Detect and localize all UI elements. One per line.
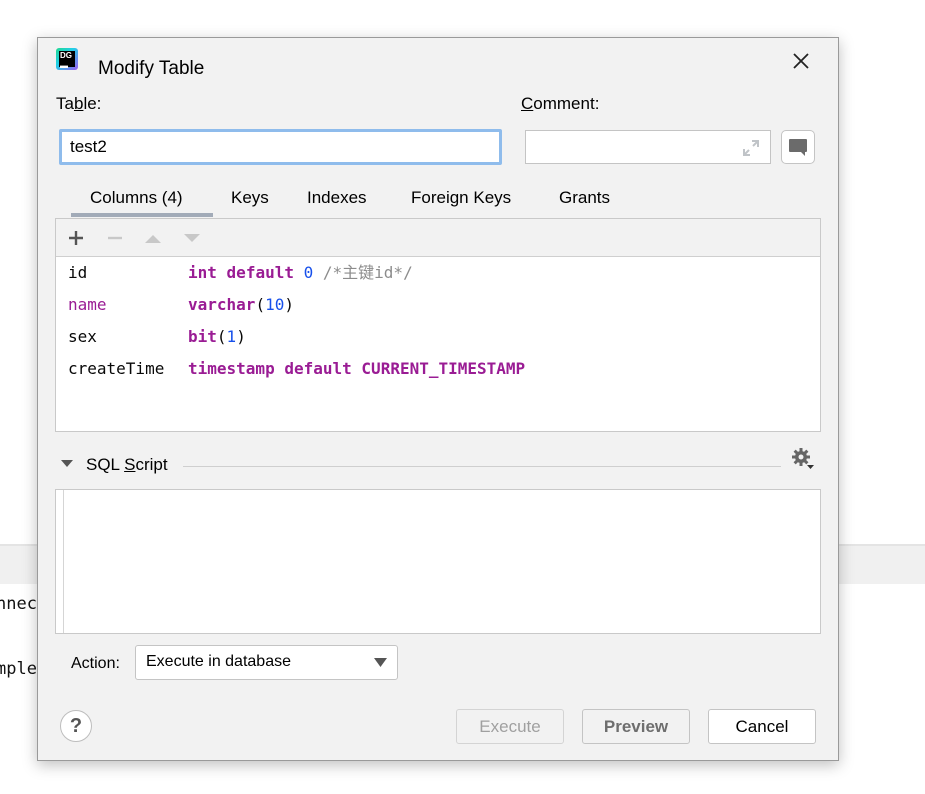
column-definition-token: varchar: [188, 295, 256, 314]
column-definition-token: [275, 359, 285, 378]
preview-button[interactable]: Preview: [582, 709, 690, 744]
table-name-input[interactable]: test2: [59, 129, 502, 165]
datagrip-logo-icon: DG ▬: [56, 48, 78, 70]
tab-columns[interactable]: Columns (4): [90, 188, 183, 208]
background-text: nnec: [0, 594, 37, 614]
column-definition-token: [294, 263, 304, 282]
column-row[interactable]: name varchar(10): [68, 289, 525, 321]
modify-table-dialog: DG ▬ Modify Table Table: Comment: test2 C…: [37, 37, 839, 761]
action-select[interactable]: Execute in database: [135, 645, 398, 680]
dialog-title: Modify Table: [98, 58, 205, 79]
column-row[interactable]: id int default 0 /*主键id*/: [68, 257, 525, 289]
columns-toolbar: [56, 219, 820, 257]
column-row[interactable]: createTime timestamp default CURRENT_TIME…: [68, 353, 525, 385]
columns-list: id int default 0 /*主键id*/name varchar(10) s…: [68, 257, 525, 385]
comment-button[interactable]: [781, 130, 815, 164]
column-definition-token: timestamp: [188, 359, 275, 378]
column-definition-token: [217, 263, 227, 282]
comment-label-mnemonic: C: [521, 94, 534, 113]
move-down-icon[interactable]: [182, 228, 202, 248]
sql-label-text: SQL: [86, 455, 125, 474]
column-definition-token: default: [226, 263, 294, 282]
column-definition-token: [352, 359, 362, 378]
sql-label-mnemonic: S: [124, 455, 136, 474]
column-definition-token: ): [284, 295, 294, 314]
gear-icon[interactable]: [790, 446, 816, 472]
action-label: Action:: [71, 655, 120, 672]
help-button[interactable]: ?: [60, 710, 92, 742]
table-label: Table:: [56, 94, 101, 114]
column-row[interactable]: sex bit(1): [68, 321, 525, 353]
table-label-text: Ta: [56, 94, 74, 113]
close-icon: [793, 53, 809, 69]
add-icon[interactable]: [66, 228, 86, 248]
sql-script-editor[interactable]: [55, 489, 821, 634]
sql-label-text: cript: [135, 455, 168, 474]
column-definition-token: (: [255, 295, 266, 314]
selected-tab-indicator: [71, 213, 213, 217]
move-up-icon[interactable]: [143, 228, 163, 248]
logo-text: DG ▬: [59, 51, 75, 70]
tab-indexes[interactable]: Indexes: [307, 188, 367, 208]
chevron-down-icon: [374, 658, 387, 667]
column-definition-token: default: [284, 359, 352, 378]
close-button[interactable]: [790, 50, 812, 72]
background-text: mple: [0, 659, 37, 679]
column-definition-token: /*主键id*/: [313, 263, 413, 282]
editor-gutter: [63, 490, 64, 633]
column-definition-token: int: [188, 263, 217, 282]
comment-label-text: omment:: [533, 94, 600, 113]
column-name: sex: [68, 327, 97, 346]
sql-script-label[interactable]: SQL Script: [86, 455, 168, 475]
column-definition-token: 0: [303, 263, 314, 282]
cancel-button[interactable]: Cancel: [708, 709, 816, 744]
collapse-triangle-icon[interactable]: [60, 458, 74, 468]
comment-input[interactable]: [525, 130, 771, 164]
comment-label: Comment:: [521, 94, 599, 114]
tab-keys[interactable]: Keys: [231, 188, 269, 208]
remove-icon[interactable]: [105, 228, 125, 248]
speech-bubble-icon: [789, 139, 807, 156]
column-name: name: [68, 295, 107, 314]
column-definition-token: 1: [226, 327, 237, 346]
column-definition-token: (: [216, 327, 227, 346]
columns-panel: id int default 0 /*主键id*/name varchar(10) s…: [55, 218, 821, 432]
execute-button[interactable]: Execute: [456, 709, 564, 744]
column-name: id: [68, 263, 88, 282]
column-definition-token: CURRENT_TIMESTAMP: [361, 359, 526, 378]
table-label-text: le:: [83, 94, 102, 113]
column-definition-token: ): [236, 327, 246, 346]
action-value: Execute in database: [146, 653, 291, 670]
expand-icon[interactable]: [741, 138, 761, 158]
column-definition-token: 10: [265, 295, 285, 314]
tab-foreign-keys[interactable]: Foreign Keys: [411, 188, 511, 208]
tab-grants[interactable]: Grants: [559, 188, 610, 208]
column-definition-token: bit: [188, 327, 217, 346]
column-name: createTime: [68, 359, 165, 378]
divider: [183, 466, 781, 467]
